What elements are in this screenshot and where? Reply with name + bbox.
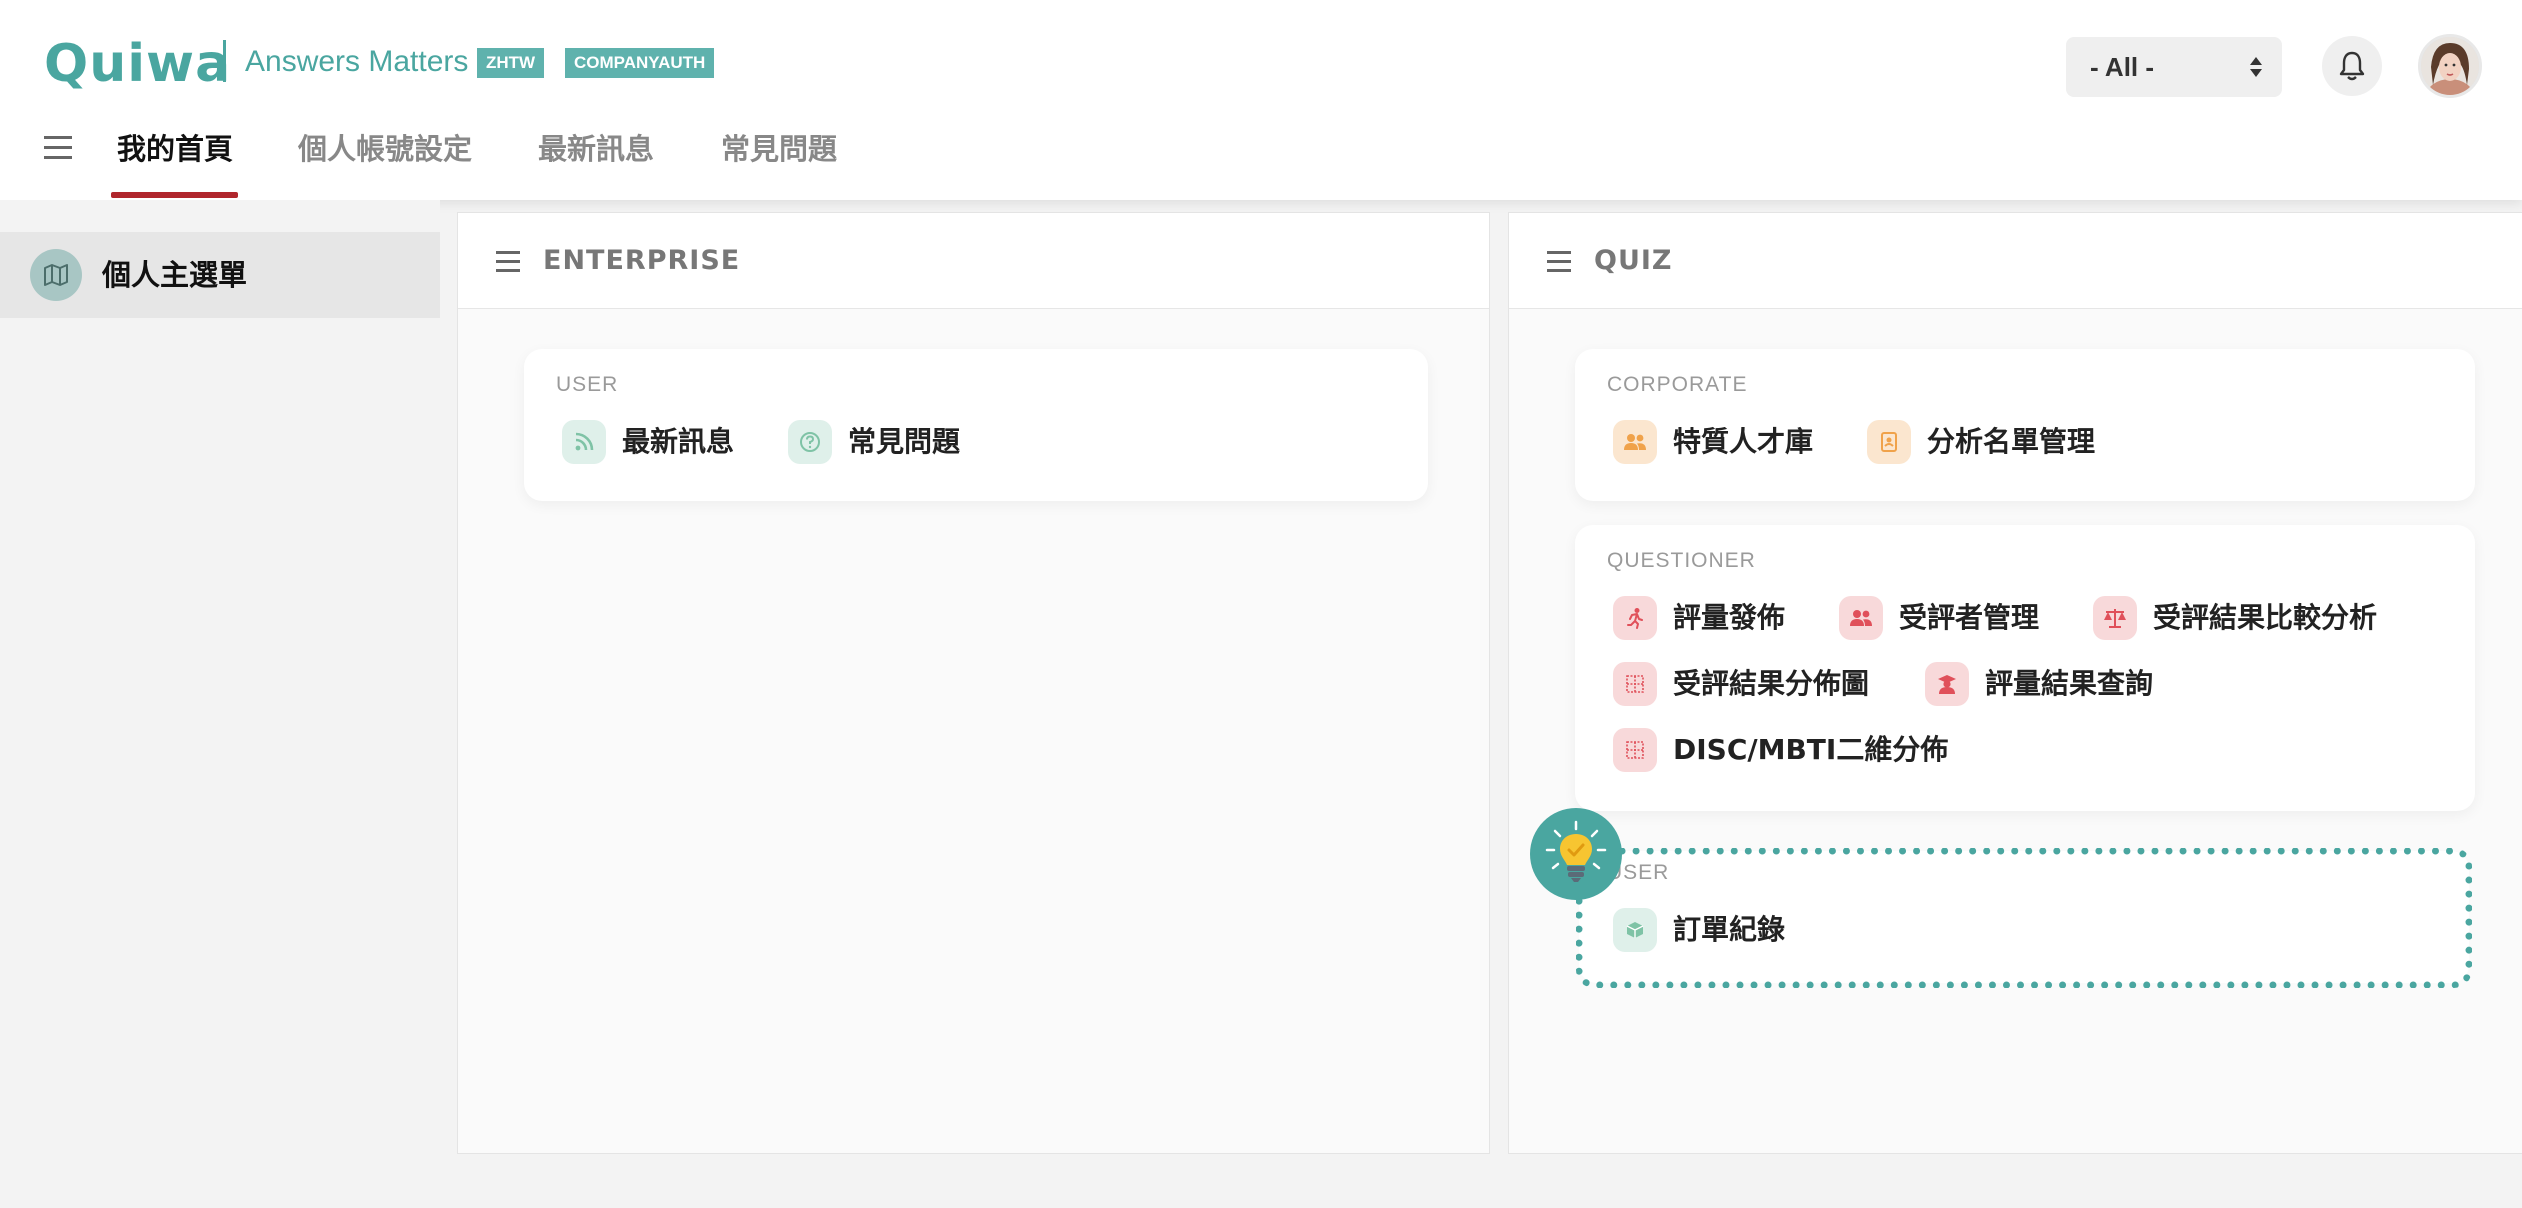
graduate-icon	[1925, 662, 1969, 706]
quiz-corporate-card: CORPORATE 特質人才庫 分析名單管理	[1575, 349, 2475, 501]
quiz-questioner-card: QUESTIONER 評量發佈 受評者管理 受評結果比較分析 受評結果分佈圖 評…	[1575, 525, 2475, 811]
section-label: USER	[556, 373, 619, 396]
menu-item-label: 評量結果查詢	[1985, 667, 2154, 700]
menu-item-label: 特質人才庫	[1673, 425, 1814, 458]
menu-item-label: 評量發佈	[1673, 601, 1786, 634]
users-icon	[1839, 596, 1883, 640]
sidebar: 個人主選單	[0, 200, 440, 1208]
enterprise-panel-header: ENTERPRISE	[458, 213, 1489, 309]
language-badge: ZHTW	[477, 48, 545, 78]
top-header: Quiwa Answers Matters ZHTW COMPANYAUTH -…	[0, 0, 2522, 200]
section-label: QUESTIONER	[1607, 549, 1756, 572]
contact-book-icon	[1867, 420, 1911, 464]
tutorial-hint-button[interactable]	[1530, 808, 1622, 900]
menu-item-result-query[interactable]: 評量結果查詢	[1925, 659, 2153, 709]
tab-news[interactable]: 最新訊息	[538, 124, 654, 174]
menu-item-publish-assessment[interactable]: 評量發佈	[1613, 593, 1785, 643]
menu-item-label: DISC/MBTI二維分佈	[1673, 733, 1949, 766]
filter-select-value: - All -	[2090, 52, 2155, 82]
help-icon	[788, 420, 832, 464]
sidebar-item-personal-menu[interactable]: 個人主選單	[0, 232, 440, 318]
lightbulb-icon	[1545, 820, 1607, 882]
app-tagline: Answers Matters	[245, 45, 469, 78]
map-icon	[30, 249, 82, 301]
enterprise-user-card: USER 最新訊息 常見問題	[524, 349, 1428, 501]
panel-title: ENTERPRISE	[543, 245, 741, 276]
rss-icon	[562, 420, 606, 464]
menu-item-faq[interactable]: 常見問題	[788, 417, 960, 467]
main-menu-toggle[interactable]	[44, 136, 74, 160]
enterprise-panel: ENTERPRISE USER 最新訊息 常見問題	[457, 212, 1490, 1154]
quiz-panel-header: QUIZ	[1509, 213, 2522, 309]
tab-account-settings[interactable]: 個人帳號設定	[298, 124, 472, 174]
menu-item-news[interactable]: 最新訊息	[562, 417, 734, 467]
menu-item-label: 受評者管理	[1899, 601, 2040, 634]
notifications-button[interactable]	[2322, 36, 2382, 96]
grid-chart-icon	[1613, 662, 1657, 706]
auth-badge: COMPANYAUTH	[565, 48, 715, 78]
filter-select[interactable]: - All -	[2066, 37, 2282, 97]
bell-icon	[2339, 51, 2365, 81]
quiz-panel: QUIZ CORPORATE 特質人才庫 分析名單管理 QUESTIONER 評…	[1508, 212, 2522, 1154]
user-avatar[interactable]	[2418, 34, 2482, 98]
grid-chart-icon	[1613, 728, 1657, 772]
balance-scale-icon	[2093, 596, 2137, 640]
tutorial-highlight-box	[1576, 848, 2472, 988]
active-tab-indicator	[111, 192, 238, 198]
users-icon	[1613, 420, 1657, 464]
menu-item-examinee-management[interactable]: 受評者管理	[1839, 593, 2039, 643]
menu-item-label: 常見問題	[848, 425, 961, 458]
section-label: CORPORATE	[1607, 373, 1748, 396]
menu-item-result-distribution[interactable]: 受評結果分佈圖	[1613, 659, 1869, 709]
panel-title: QUIZ	[1594, 245, 1673, 276]
logo-divider	[223, 40, 226, 82]
menu-item-talent-pool[interactable]: 特質人才庫	[1613, 417, 1813, 467]
app-logo[interactable]: Quiwa	[44, 34, 231, 94]
sort-arrows-icon	[2250, 57, 2262, 77]
sidebar-item-label: 個人主選單	[102, 258, 248, 292]
menu-item-analysis-list[interactable]: 分析名單管理	[1867, 417, 2095, 467]
menu-item-label: 最新訊息	[622, 425, 735, 458]
menu-item-result-comparison[interactable]: 受評結果比較分析	[2093, 593, 2377, 643]
menu-item-label: 受評結果分佈圖	[1673, 667, 1870, 700]
avatar-image	[2421, 37, 2479, 95]
quiz-menu-toggle[interactable]	[1547, 251, 1573, 273]
enterprise-menu-toggle[interactable]	[496, 251, 522, 273]
tab-faq[interactable]: 常見問題	[721, 124, 837, 174]
menu-item-label: 分析名單管理	[1927, 425, 2096, 458]
running-icon	[1613, 596, 1657, 640]
menu-item-disc-mbti-distribution[interactable]: DISC/MBTI二維分佈	[1613, 725, 1948, 775]
tab-home[interactable]: 我的首頁	[117, 124, 233, 174]
menu-item-label: 受評結果比較分析	[2153, 601, 2378, 634]
